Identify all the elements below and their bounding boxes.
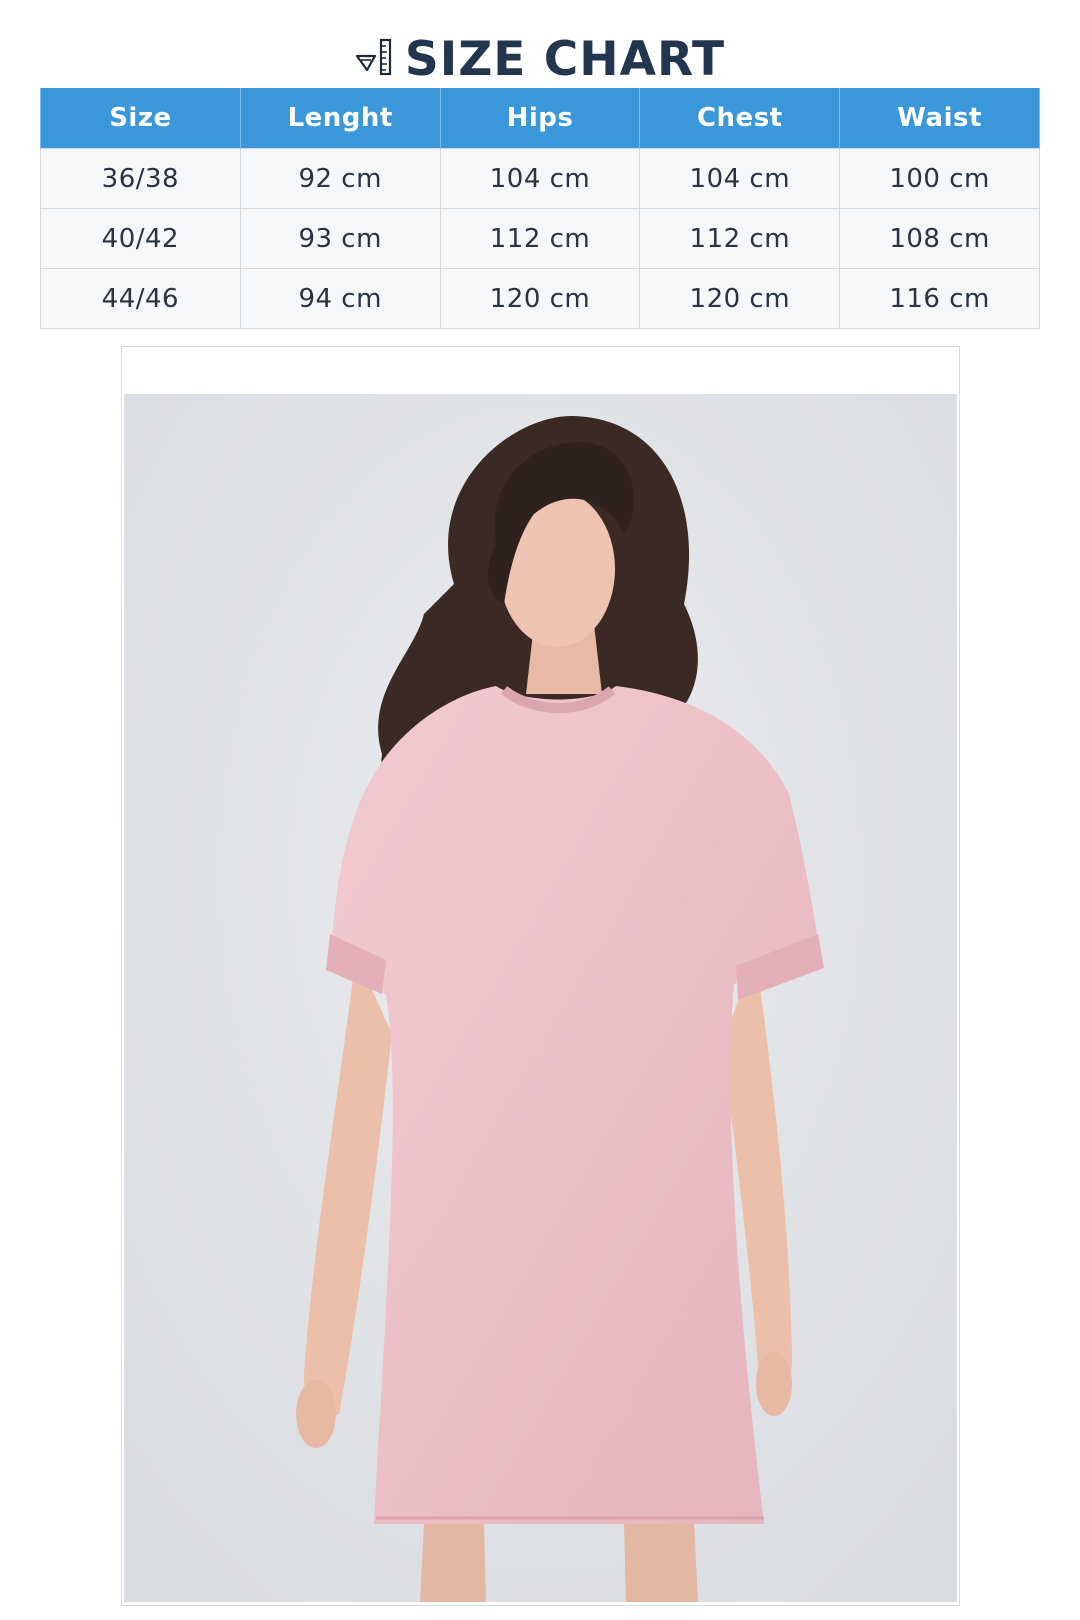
table-row: 40/42 93 cm 112 cm 112 cm 108 cm: [40, 208, 1040, 269]
cell-size: 44/46: [40, 268, 241, 329]
cell-waist: 108 cm: [839, 208, 1040, 269]
cell-chest: 112 cm: [639, 208, 841, 269]
ruler-icon: [355, 36, 395, 82]
product-photo-frame: [121, 346, 960, 1606]
column-header-waist: Waist: [839, 88, 1040, 149]
cell-length: 94 cm: [239, 268, 441, 329]
cell-hips: 112 cm: [439, 208, 641, 269]
cell-hips: 120 cm: [439, 268, 641, 329]
size-table: Size Lenght Hips Chest Waist 36/38 92 cm…: [40, 88, 1040, 329]
column-header-chest: Chest: [639, 88, 841, 149]
cell-size: 36/38: [40, 148, 241, 209]
page-title: SIZE CHART: [404, 31, 726, 87]
cell-size: 40/42: [40, 208, 241, 269]
product-photo: [124, 394, 957, 1602]
column-header-size: Size: [40, 88, 241, 149]
column-header-hips: Hips: [439, 88, 641, 149]
cell-hips: 104 cm: [439, 148, 641, 209]
table-row: 44/46 94 cm 120 cm 120 cm 116 cm: [40, 268, 1040, 329]
cell-waist: 100 cm: [839, 148, 1040, 209]
cell-length: 93 cm: [239, 208, 441, 269]
column-header-length: Lenght: [239, 88, 441, 149]
cell-chest: 120 cm: [639, 268, 841, 329]
size-chart-header: SIZE CHART: [0, 26, 1080, 92]
cell-length: 92 cm: [239, 148, 441, 209]
table-header-row: Size Lenght Hips Chest Waist: [40, 88, 1040, 149]
cell-waist: 116 cm: [839, 268, 1040, 329]
size-chart-page: SIZE CHART Size Lenght Hips Chest Waist …: [0, 0, 1080, 1620]
table-row: 36/38 92 cm 104 cm 104 cm 100 cm: [40, 148, 1040, 209]
cell-chest: 104 cm: [639, 148, 841, 209]
